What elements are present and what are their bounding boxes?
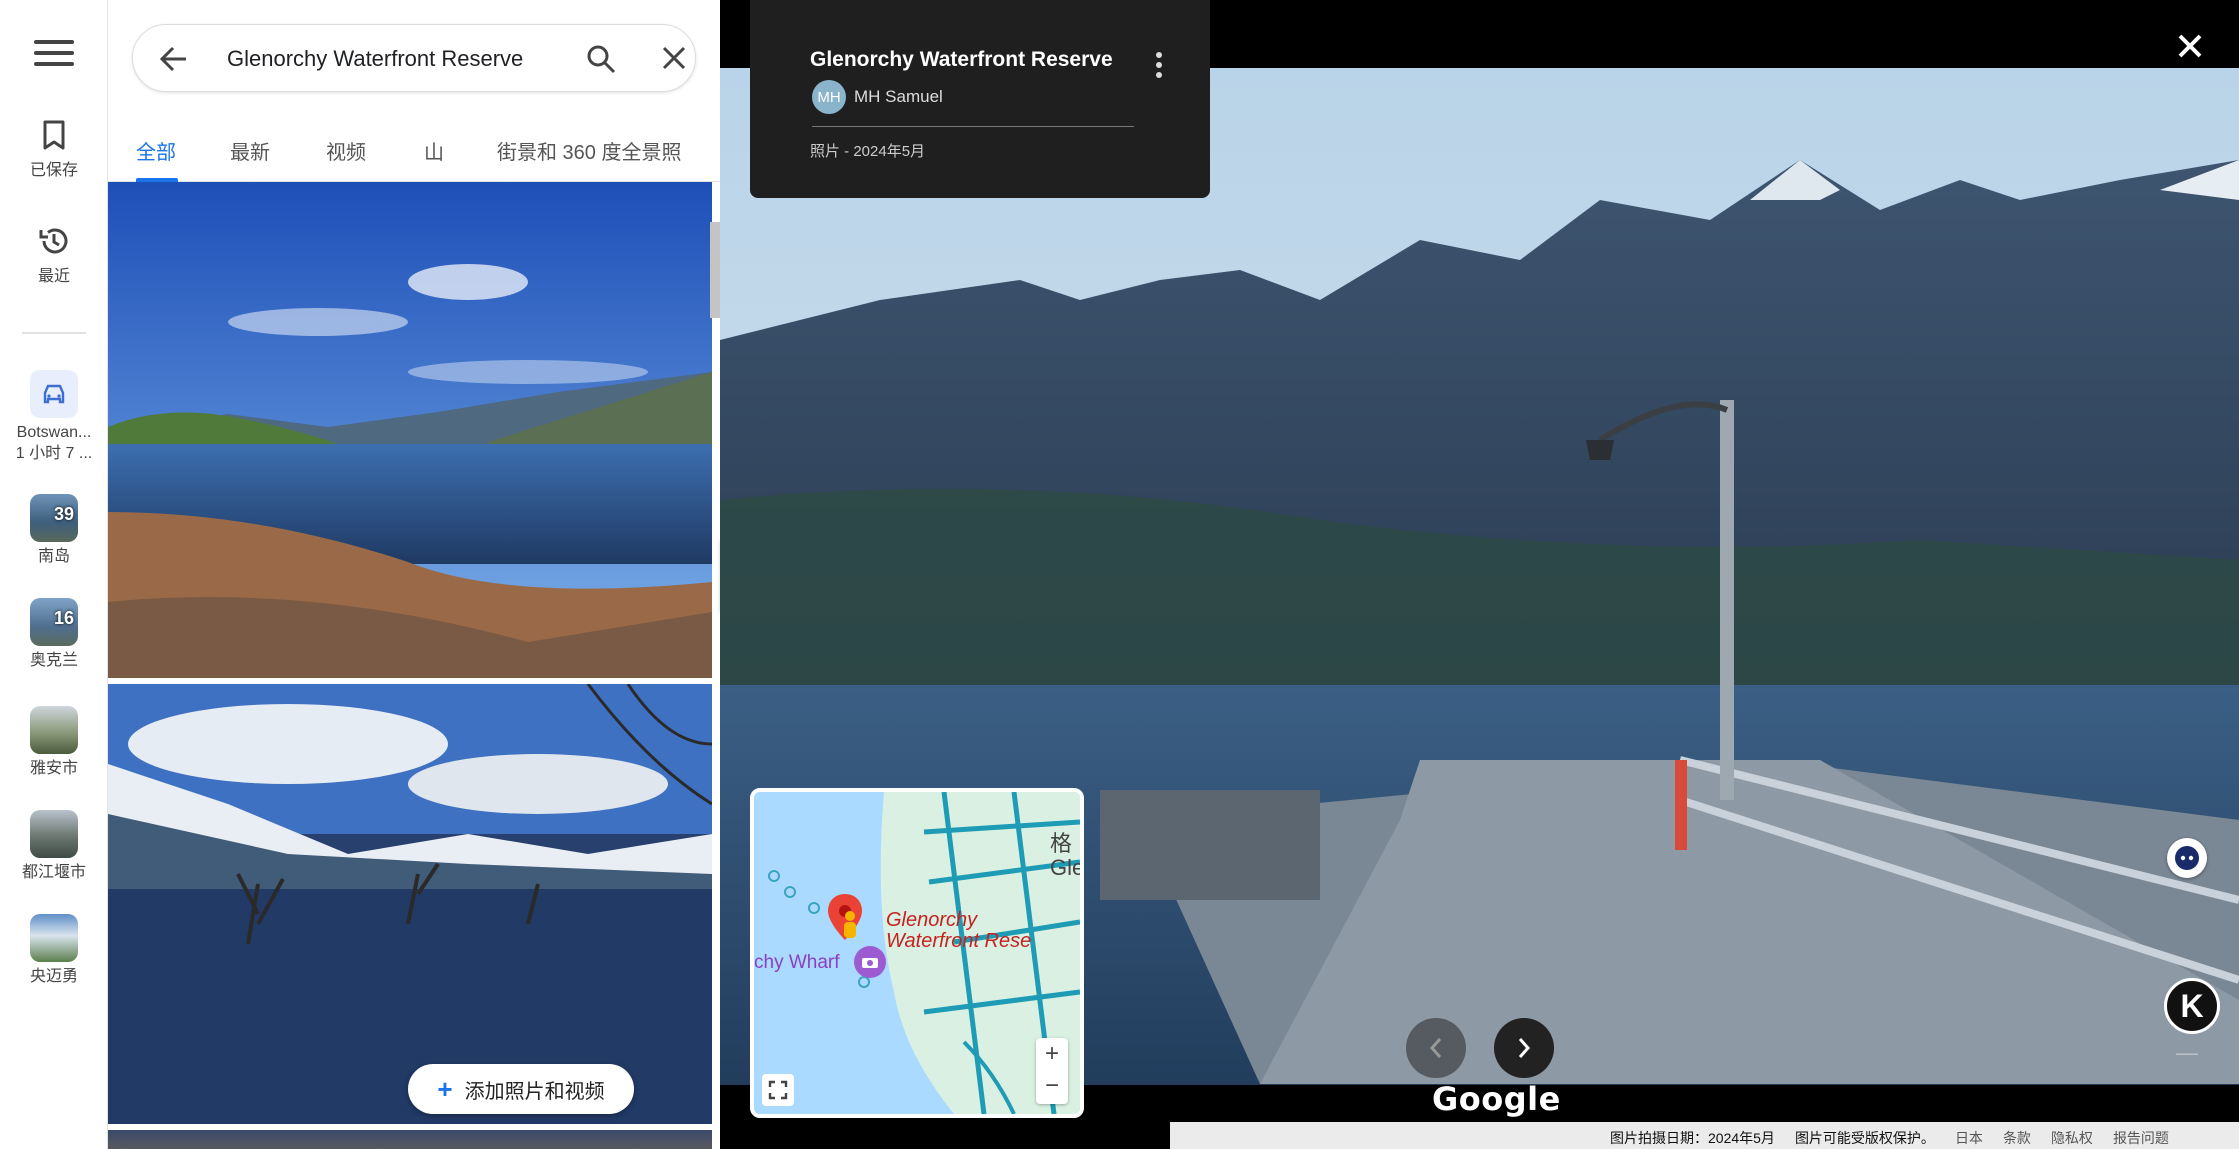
tab-latest[interactable]: 最新 xyxy=(230,136,270,165)
street-view-pegman-icon[interactable] xyxy=(2167,838,2207,878)
camera-poi-icon xyxy=(854,946,886,978)
history-icon xyxy=(37,224,71,258)
k-app-icon[interactable]: K xyxy=(2164,978,2220,1034)
recent-label: Botswan... xyxy=(16,424,92,441)
rail-divider xyxy=(22,332,86,334)
recent-label: 雅安市 xyxy=(29,760,78,777)
photo-count: 16 xyxy=(53,608,74,628)
recent-item-south-island[interactable]: 39 南岛 xyxy=(0,494,108,567)
avatar: MH xyxy=(812,80,846,114)
photo-info-card: Glenorchy Waterfront Reserve MH MH Samue… xyxy=(750,0,1210,198)
recent-label: 南岛 xyxy=(37,548,70,565)
recent-item-yaan[interactable]: 雅安市 xyxy=(0,706,108,779)
expand-map-icon[interactable] xyxy=(762,1074,794,1106)
place-label-line2: Waterfront Rese xyxy=(886,930,1032,952)
mini-map[interactable]: Glenorchy Waterfront Rese chy Wharf 格 Gl… xyxy=(750,788,1084,1118)
photo-partial[interactable] xyxy=(108,1130,712,1149)
next-photo-button[interactable] xyxy=(1494,1018,1554,1078)
tab-street-view-360[interactable]: 街景和 360 度全景照 xyxy=(497,136,681,165)
chevron-right-icon xyxy=(1518,1038,1531,1058)
recent-item-botswana[interactable]: Botswan... 1 小时 7 ... xyxy=(0,370,108,464)
bookmark-icon xyxy=(37,118,71,152)
chevron-left-icon xyxy=(1429,1038,1442,1058)
car-icon xyxy=(30,370,78,418)
saved-button[interactable]: 已保存 xyxy=(0,118,108,180)
photo-panel: 全部 最新 视频 山 街景和 360 度全景照 xyxy=(108,0,720,1149)
recent-item-yangmaiyong[interactable]: 央迈勇 xyxy=(0,914,108,987)
photo-grid xyxy=(108,182,712,1149)
recent-label: 都江堰市 xyxy=(21,864,86,881)
clear-icon[interactable] xyxy=(661,45,687,76)
town-label-line1: 格 xyxy=(1050,831,1073,856)
tab-all[interactable]: 全部 xyxy=(136,136,176,165)
recent-thumbnail xyxy=(30,706,78,754)
add-photos-label: 添加照片和视频 xyxy=(464,1080,605,1103)
photo-date: 照片 - 2024年5月 xyxy=(810,143,926,160)
menu-icon[interactable] xyxy=(34,40,74,70)
saved-label: 已保存 xyxy=(29,162,78,179)
place-label-line1: Glenorchy xyxy=(886,909,978,931)
recent-thumbnail xyxy=(30,810,78,858)
previous-photo-button[interactable] xyxy=(1406,1018,1466,1078)
photo-lake-shore[interactable] xyxy=(108,182,712,678)
scrollbar-thumb[interactable] xyxy=(710,222,720,318)
pegman-icon xyxy=(840,910,860,946)
privacy-link[interactable]: 隐私权 xyxy=(2051,1128,2093,1148)
search-input[interactable] xyxy=(227,39,547,79)
tab-videos[interactable]: 视频 xyxy=(326,136,366,165)
recent-button[interactable]: 最近 xyxy=(0,224,108,286)
author-name: MH Samuel xyxy=(854,87,943,106)
recent-item-dujiangyan[interactable]: 都江堰市 xyxy=(0,810,108,883)
tab-mountain[interactable]: 山 xyxy=(424,136,444,165)
search-icon[interactable] xyxy=(585,43,617,80)
add-photos-button[interactable]: + 添加照片和视频 xyxy=(408,1064,634,1114)
side-rail: 已保存 最近 Botswan... 1 小时 7 ... 39 南岛 16 奥克… xyxy=(0,0,108,1149)
search-box xyxy=(132,24,696,92)
region-link[interactable]: 日本 xyxy=(1955,1128,1983,1148)
capture-date: 图片拍摄日期：2024年5月 xyxy=(1610,1130,1775,1146)
zoom-out-icon[interactable]: — xyxy=(2176,1040,2198,1066)
recent-thumbnail: 16 xyxy=(30,598,78,646)
divider xyxy=(812,126,1134,127)
more-options-icon[interactable] xyxy=(1155,52,1163,83)
photo-tabs: 全部 最新 视频 山 街景和 360 度全景照 xyxy=(108,120,720,182)
recent-item-auckland[interactable]: 16 奥克兰 xyxy=(0,598,108,671)
recent-label: 央迈勇 xyxy=(29,968,78,985)
close-icon[interactable] xyxy=(2170,26,2210,71)
photo-count: 39 xyxy=(53,504,74,524)
place-title[interactable]: Glenorchy Waterfront Reserve xyxy=(810,48,1113,72)
town-label: 格 Gle xyxy=(1050,831,1084,880)
google-logo: Google xyxy=(1432,1080,1561,1118)
terms-link[interactable]: 条款 xyxy=(2003,1128,2031,1148)
recent-thumbnail: 39 xyxy=(30,494,78,542)
back-arrow-icon[interactable] xyxy=(159,45,189,78)
recent-sublabel: 1 小时 7 ... xyxy=(15,445,93,462)
copyright-notice: 图片可能受版权保护。 xyxy=(1794,1130,1935,1146)
footer-links: 图片拍摄日期：2024年5月 图片可能受版权保护。 日本 条款 隐私权 报告问题 xyxy=(1610,1128,2169,1148)
town-label-line2: Gle xyxy=(1050,855,1084,880)
author-row[interactable]: MH MH Samuel xyxy=(812,80,943,114)
recent-label: 奥克兰 xyxy=(29,652,78,669)
minimap-zoom-controls: + − xyxy=(1036,1038,1068,1104)
recent-thumbnail xyxy=(30,914,78,962)
zoom-in-icon[interactable]: + xyxy=(1036,1038,1068,1070)
wharf-label: chy Wharf xyxy=(754,952,840,973)
photo-flooded-trees[interactable] xyxy=(108,684,712,1124)
zoom-out-icon[interactable]: − xyxy=(1036,1070,1068,1102)
plus-icon: + xyxy=(437,1073,453,1104)
minimap-place-label: Glenorchy Waterfront Rese xyxy=(886,910,1031,952)
report-problem-link[interactable]: 报告问题 xyxy=(2113,1128,2169,1148)
recent-label: 最近 xyxy=(37,268,70,285)
